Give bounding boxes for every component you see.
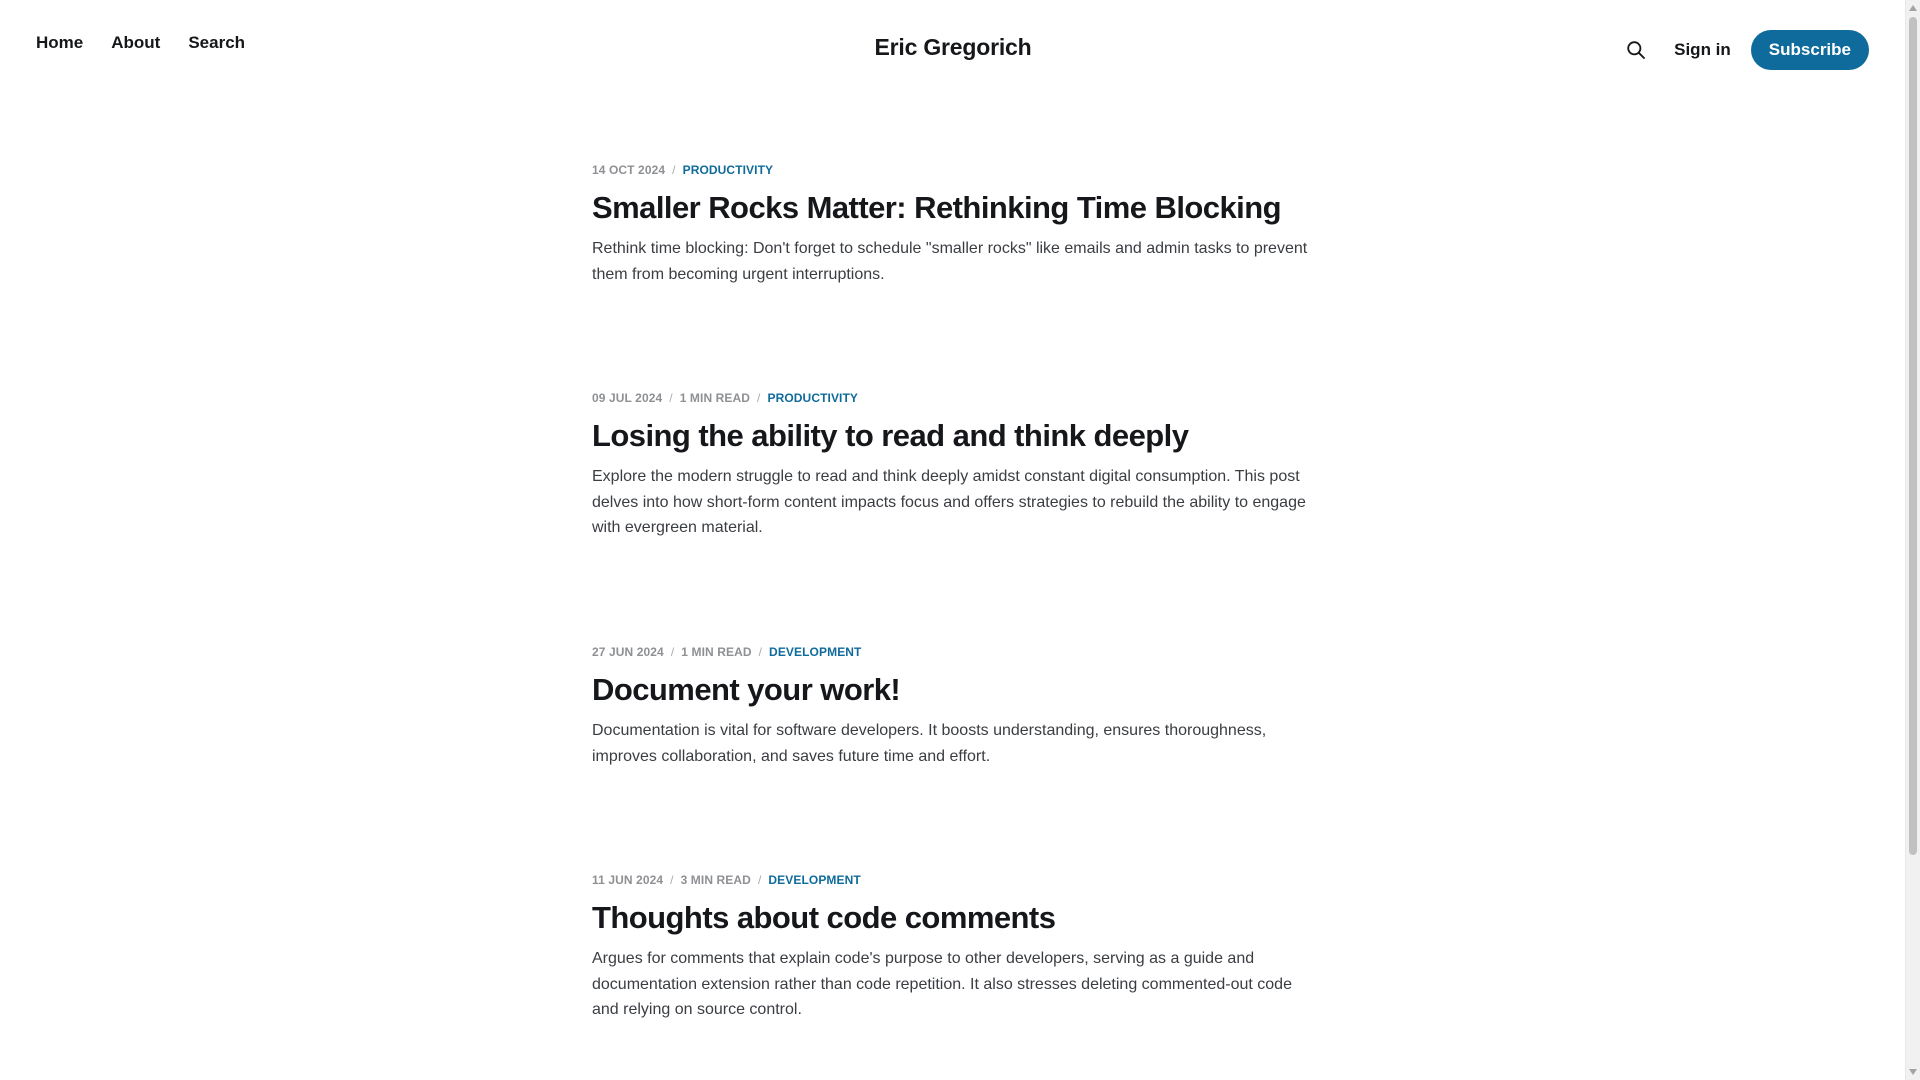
primary-navigation: Home About Search <box>36 33 245 53</box>
post-excerpt: Documentation is vital for software deve… <box>592 722 1267 765</box>
post-date: 09 JUL 2024 <box>592 391 663 405</box>
meta-separator: / <box>670 645 675 659</box>
post-read-time: 1 MIN READ <box>681 645 752 659</box>
post-title-link[interactable]: Document your work! <box>592 671 1312 709</box>
post-date: 27 JUN 2024 <box>592 645 664 659</box>
browser-viewport: Home About Search Eric Gregorich Sign in… <box>0 0 1920 1080</box>
post-card: 14 OCT 2024 / PRODUCTIVITY Smaller Rocks… <box>592 159 1312 387</box>
post-title-link[interactable]: Thoughts about code comments <box>592 899 1312 937</box>
scroll-up-arrow-icon[interactable] <box>1909 5 1917 11</box>
post-meta: 11 JUN 2024 / 3 MIN READ / DEVELOPMENT <box>592 869 1312 891</box>
post-card: 11 JUN 2024 / 3 MIN READ / DEVELOPMENT T… <box>592 869 1312 1080</box>
site-header: Home About Search Eric Gregorich Sign in… <box>0 0 1905 100</box>
post-meta: 09 JUL 2024 / 1 MIN READ / PRODUCTIVITY <box>592 387 1312 409</box>
meta-separator: / <box>670 873 674 887</box>
meta-separator: / <box>758 645 763 659</box>
post-excerpt: Explore the modern struggle to read and … <box>592 468 1306 536</box>
meta-separator: / <box>757 873 762 887</box>
sign-in-link[interactable]: Sign in <box>1674 40 1731 60</box>
subscribe-button[interactable]: Subscribe <box>1750 30 1869 70</box>
meta-separator: / <box>757 391 761 405</box>
nav-search-link[interactable]: Search <box>188 33 245 53</box>
header-actions: Sign in Subscribe <box>1624 30 1869 70</box>
nav-home-link[interactable]: Home <box>36 33 83 53</box>
post-title-link[interactable]: Losing the ability to read and think dee… <box>592 417 1312 455</box>
site-title-link[interactable]: Eric Gregorich <box>870 34 1036 61</box>
post-date: 11 JUN 2024 <box>592 873 664 887</box>
scrollbar-thumb[interactable] <box>1909 17 1917 855</box>
post-meta: 27 JUN 2024 / 1 MIN READ / DEVELOPMENT <box>592 641 1312 663</box>
post-excerpt: Argues for comments that explain code's … <box>592 950 1292 1018</box>
post-read-time: 3 MIN READ <box>680 873 751 887</box>
post-feed: 14 OCT 2024 / PRODUCTIVITY Smaller Rocks… <box>592 159 1312 1080</box>
blog-home-page: Home About Search Eric Gregorich Sign in… <box>0 0 1905 1080</box>
post-tag-link[interactable]: DEVELOPMENT <box>768 873 860 887</box>
post-card: 09 JUL 2024 / 1 MIN READ / PRODUCTIVITY … <box>592 387 1312 641</box>
meta-separator: / <box>669 391 673 405</box>
nav-about-link[interactable]: About <box>111 33 160 53</box>
post-excerpt: Rethink time blocking: Don't forget to s… <box>592 240 1308 283</box>
search-icon <box>1627 41 1646 59</box>
post-meta: 14 OCT 2024 / PRODUCTIVITY <box>592 159 1312 181</box>
post-title-link[interactable]: Smaller Rocks Matter: Rethinking Time Bl… <box>592 189 1312 227</box>
post-tag-link[interactable]: PRODUCTIVITY <box>683 163 774 177</box>
post-date: 14 OCT 2024 <box>592 163 666 177</box>
post-read-time: 1 MIN READ <box>679 391 751 405</box>
meta-separator: / <box>672 163 676 177</box>
search-button[interactable] <box>1624 38 1648 62</box>
scroll-down-arrow-icon[interactable] <box>1909 1069 1917 1075</box>
post-tag-link[interactable]: PRODUCTIVITY <box>767 391 858 405</box>
vertical-scrollbar[interactable] <box>1905 0 1920 1080</box>
post-tag-link[interactable]: DEVELOPMENT <box>769 645 861 659</box>
post-card: 27 JUN 2024 / 1 MIN READ / DEVELOPMENT D… <box>592 641 1312 869</box>
